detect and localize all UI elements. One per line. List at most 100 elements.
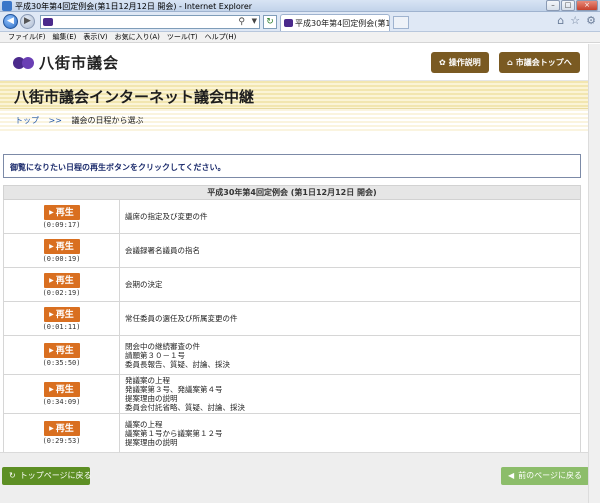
page-content: 八街市議会 ✿ 操作説明 ⌂ 市議会トップへ 八街市議会インターネット議会中継 トッ…	[0, 44, 600, 503]
agenda-line: 会期の決定	[125, 280, 163, 289]
play-triangle-icon: ▶	[49, 310, 54, 318]
site-logo[interactable]: 八街市議会	[13, 52, 119, 73]
agenda-line: 提案理由の説明	[125, 394, 178, 403]
play-button[interactable]: ▶ 再生	[43, 238, 80, 254]
breadcrumb-home-link[interactable]: トップ	[15, 116, 39, 125]
play-button-label: 再生	[55, 385, 74, 395]
play-cell: ▶ 再生 (0:02:19)	[4, 268, 120, 301]
play-cell: ▶ 再生 (0:29:53)	[4, 414, 120, 452]
breadcrumb-band: トップ >> 議会の日程から選ぶ	[0, 109, 600, 131]
duration-text: (0:01:11)	[42, 322, 81, 331]
play-triangle-icon: ▶	[49, 386, 54, 393]
agenda-list: ▶ 再生 (0:09:17) 議席の指定及び変更の件 ▶ 再生 (0:00:19) 会議録署名…	[3, 200, 581, 453]
council-top-button-label: 市議会トップへ	[515, 58, 572, 67]
previous-page-label: 前のページに戻る	[518, 471, 582, 480]
back-to-top-label: トップページに戻る	[19, 471, 92, 480]
agenda-description: 議席の指定及び変更の件	[120, 200, 580, 233]
council-top-button[interactable]: ⌂ 市議会トップへ	[499, 52, 580, 73]
page-title: 八街市議会インターネット議会中継	[14, 88, 255, 106]
menu-edit[interactable]: 編集(E)	[53, 32, 77, 42]
home-icon[interactable]: ⌂	[557, 14, 564, 27]
table-row: ▶ 再生 (0:02:19) 会期の決定	[3, 268, 581, 302]
play-triangle-icon: ▶	[49, 242, 54, 250]
play-cell: ▶ 再生 (0:35:50)	[4, 336, 120, 374]
play-button[interactable]: ▶ 再生	[43, 421, 80, 436]
window-title: 平成30年第4回定例会(第1日12月12日 開会) - Internet Exp…	[15, 2, 253, 11]
menu-help[interactable]: ヘルプ(H)	[205, 32, 237, 42]
return-arrow-icon: ↻	[9, 471, 16, 480]
duration-text: (0:09:17)	[42, 220, 81, 229]
duration-text: (0:35:50)	[42, 359, 81, 367]
play-button[interactable]: ▶ 再生	[43, 343, 80, 358]
settings-gear-icon[interactable]: ⚙	[586, 14, 596, 27]
agenda-description: 常任委員の選任及び所属変更の件	[120, 302, 580, 335]
manual-button[interactable]: ✿ 操作説明	[431, 52, 489, 73]
building-icon: ⌂	[507, 58, 513, 67]
page-banner: 八街市議会インターネット議会中継	[0, 81, 600, 109]
play-triangle-icon: ▶	[49, 276, 54, 284]
agenda-line: 発議案の上程	[125, 376, 170, 385]
agenda-description: 議案の上程 議案第１号から議案第１２号 提案理由の説明	[120, 414, 580, 452]
session-table: 平成30年第4回定例会 (第1日12月12日 開会) ▶ 再生 (0:09:17) 議…	[3, 185, 581, 453]
site-header: 八街市議会 ✿ 操作説明 ⌂ 市議会トップへ	[0, 44, 600, 81]
toolbar-icons: ⌂ ☆ ⚙	[557, 14, 596, 27]
instruction-box: 御覧になりたい日程の再生ボタンをクリックしてください。	[3, 154, 581, 178]
menu-tools[interactable]: ツール(T)	[167, 32, 198, 42]
vertical-scrollbar[interactable]	[588, 44, 600, 503]
maximize-button[interactable]: □	[561, 0, 575, 11]
table-row: ▶ 再生 (0:09:17) 議席の指定及び変更の件	[3, 200, 581, 234]
address-input[interactable]: ⚲ ▼	[40, 15, 260, 29]
address-dropdown-icon[interactable]: ▼	[252, 17, 257, 25]
back-arrow-icon[interactable]: ◀	[3, 14, 18, 29]
play-cell: ▶ 再生 (0:34:09)	[4, 375, 120, 413]
favorites-star-icon[interactable]: ☆	[570, 14, 580, 27]
forward-arrow-icon[interactable]: ▶	[20, 14, 35, 29]
manual-button-label: 操作説明	[448, 58, 481, 67]
menu-favorites[interactable]: お気に入り(A)	[115, 32, 160, 42]
menu-view[interactable]: 表示(V)	[83, 32, 107, 42]
tab-close-icon[interactable]: ×	[379, 17, 386, 26]
minimize-button[interactable]: –	[546, 0, 560, 11]
play-triangle-icon: ▶	[49, 347, 54, 354]
agenda-line: 委員長報告、質疑、討論、採決	[125, 359, 230, 369]
agenda-description: 会期の決定	[120, 268, 580, 301]
session-title: 平成30年第4回定例会 (第1日12月12日 開会)	[3, 185, 581, 200]
city-emblem-icon	[13, 56, 35, 70]
search-icon[interactable]: ⚲	[238, 17, 245, 27]
agenda-line: 閉会中の継続審査の件	[125, 341, 200, 351]
browser-tab[interactable]: 平成30年第4回定例会(第1... ×	[280, 14, 390, 31]
play-button[interactable]: ▶ 再生	[43, 382, 80, 397]
menu-file[interactable]: ファイル(F)	[8, 32, 46, 42]
back-to-top-button[interactable]: ↻ トップページに戻る	[2, 467, 92, 485]
window-controls: – □ ×	[546, 0, 598, 12]
instruction-text: 御覧になりたい日程の再生ボタンをクリックしてください。	[10, 163, 226, 172]
address-toolbar: ◀ ▶ ⚲ ▼ ↻ 平成30年第4回定例会(第1... × ⌂ ☆ ⚙	[0, 12, 600, 32]
play-button[interactable]: ▶ 再生	[43, 272, 80, 288]
duration-text: (0:34:09)	[42, 398, 81, 406]
agenda-line: 常任委員の選任及び所属変更の件	[125, 314, 238, 323]
play-button[interactable]: ▶ 再生	[43, 204, 80, 220]
duration-text: (0:02:19)	[42, 288, 81, 297]
tab-title: 平成30年第4回定例会(第1...	[295, 19, 390, 28]
site-logo-text: 八街市議会	[39, 54, 120, 72]
play-button-label: 再生	[55, 207, 74, 218]
table-row: ▶ 再生 (0:35:50) 閉会中の継続審査の件 請願第３０－１号 委員長報告、質疑、討…	[3, 336, 581, 375]
table-row: ▶ 再生 (0:01:11) 常任委員の選任及び所属変更の件	[3, 302, 581, 336]
breadcrumb: トップ >> 議会の日程から選ぶ	[15, 115, 144, 126]
table-row: ▶ 再生 (0:29:53) 議案の上程 議案第１号から議案第１２号 提案理由の説明	[3, 414, 581, 453]
close-button[interactable]: ×	[576, 0, 598, 11]
agenda-line: 議案第１号から議案第１２号	[125, 428, 223, 438]
play-cell: ▶ 再生 (0:01:11)	[4, 302, 120, 335]
play-button[interactable]: ▶ 再生	[43, 306, 80, 322]
window-titlebar: 平成30年第4回定例会(第1日12月12日 開会) - Internet Exp…	[0, 0, 600, 12]
agenda-description: 会議録署名議員の指名	[120, 234, 580, 267]
left-arrow-icon: ◀	[508, 471, 515, 480]
table-row: ▶ 再生 (0:00:19) 会議録署名議員の指名	[3, 234, 581, 268]
agenda-line: 提案理由の説明	[125, 437, 178, 447]
duration-text: (0:00:19)	[42, 254, 81, 263]
new-tab-button[interactable]	[393, 16, 409, 29]
breadcrumb-current: 議会の日程から選ぶ	[71, 116, 144, 125]
play-triangle-icon: ▶	[49, 208, 54, 216]
previous-page-button[interactable]: ◀ 前のページに戻る	[501, 467, 589, 485]
refresh-icon[interactable]: ↻	[263, 15, 277, 29]
